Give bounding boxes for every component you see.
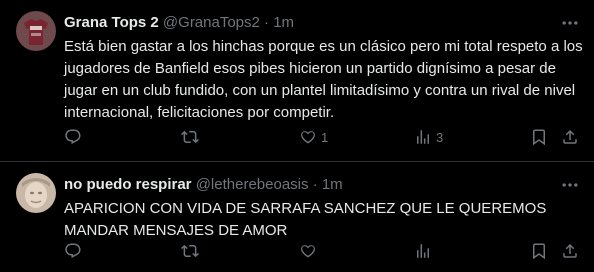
tweet-text: Está bien gastar a los hinchas porque es… [64, 38, 583, 121]
bookmark-icon [533, 129, 545, 146]
tweet-actions: 1 3 [64, 127, 582, 147]
like-button[interactable] [299, 241, 321, 261]
views-button[interactable] [414, 241, 436, 261]
heart-icon [301, 131, 315, 144]
retweet-button[interactable] [181, 127, 203, 147]
retweet-button[interactable] [181, 241, 203, 261]
reply-icon [65, 129, 81, 145]
views-button[interactable]: 3 [414, 127, 443, 147]
separator-dot: · [312, 176, 318, 193]
more-dots-icon[interactable] [560, 13, 580, 33]
tweet-text: APARICION CON VIDA DE SARRAFA SANCHEZ QU… [64, 200, 547, 239]
user-handle[interactable]: @GranaTops2 [163, 14, 260, 31]
reply-icon [65, 243, 81, 259]
tweet[interactable]: Grana Tops 2 @GranaTops2 · 1m Está bien … [0, 0, 594, 162]
timestamp[interactable]: 1m [322, 176, 343, 193]
tweet-header: no puedo respirar @letherebeoasis · 1m [64, 175, 554, 195]
share-button[interactable] [561, 241, 579, 261]
more-dots-icon[interactable] [560, 175, 580, 195]
user-handle[interactable]: @letherebeoasis [196, 176, 309, 193]
reply-button[interactable] [64, 241, 86, 261]
retweet-icon [181, 244, 199, 258]
display-name[interactable]: Grana Tops 2 [64, 14, 159, 31]
retweet-icon [181, 130, 199, 144]
share-icon [563, 129, 577, 144]
bookmark-button[interactable] [530, 127, 548, 147]
like-button[interactable]: 1 [299, 127, 328, 147]
reply-button[interactable] [64, 127, 86, 147]
bookmark-button[interactable] [530, 241, 548, 261]
timeline-feed: Grana Tops 2 @GranaTops2 · 1m Está bien … [0, 0, 594, 272]
display-name[interactable]: no puedo respirar [64, 176, 192, 193]
views-count: 3 [436, 129, 444, 145]
heart-icon [301, 245, 315, 258]
like-count: 1 [321, 129, 329, 145]
share-button[interactable] [561, 127, 579, 147]
avatar[interactable] [16, 173, 56, 213]
tweet[interactable]: no puedo respirar @letherebeoasis · 1m A… [0, 162, 594, 272]
views-bar-icon [417, 244, 429, 258]
views-bar-icon [417, 130, 429, 144]
share-icon [563, 243, 577, 258]
tweet-header: Grana Tops 2 @GranaTops2 · 1m [64, 13, 554, 33]
avatar[interactable] [16, 11, 56, 51]
timestamp[interactable]: 1m [273, 14, 294, 31]
separator-dot: · [264, 14, 270, 31]
bookmark-icon [533, 243, 545, 260]
tweet-actions [64, 241, 582, 261]
